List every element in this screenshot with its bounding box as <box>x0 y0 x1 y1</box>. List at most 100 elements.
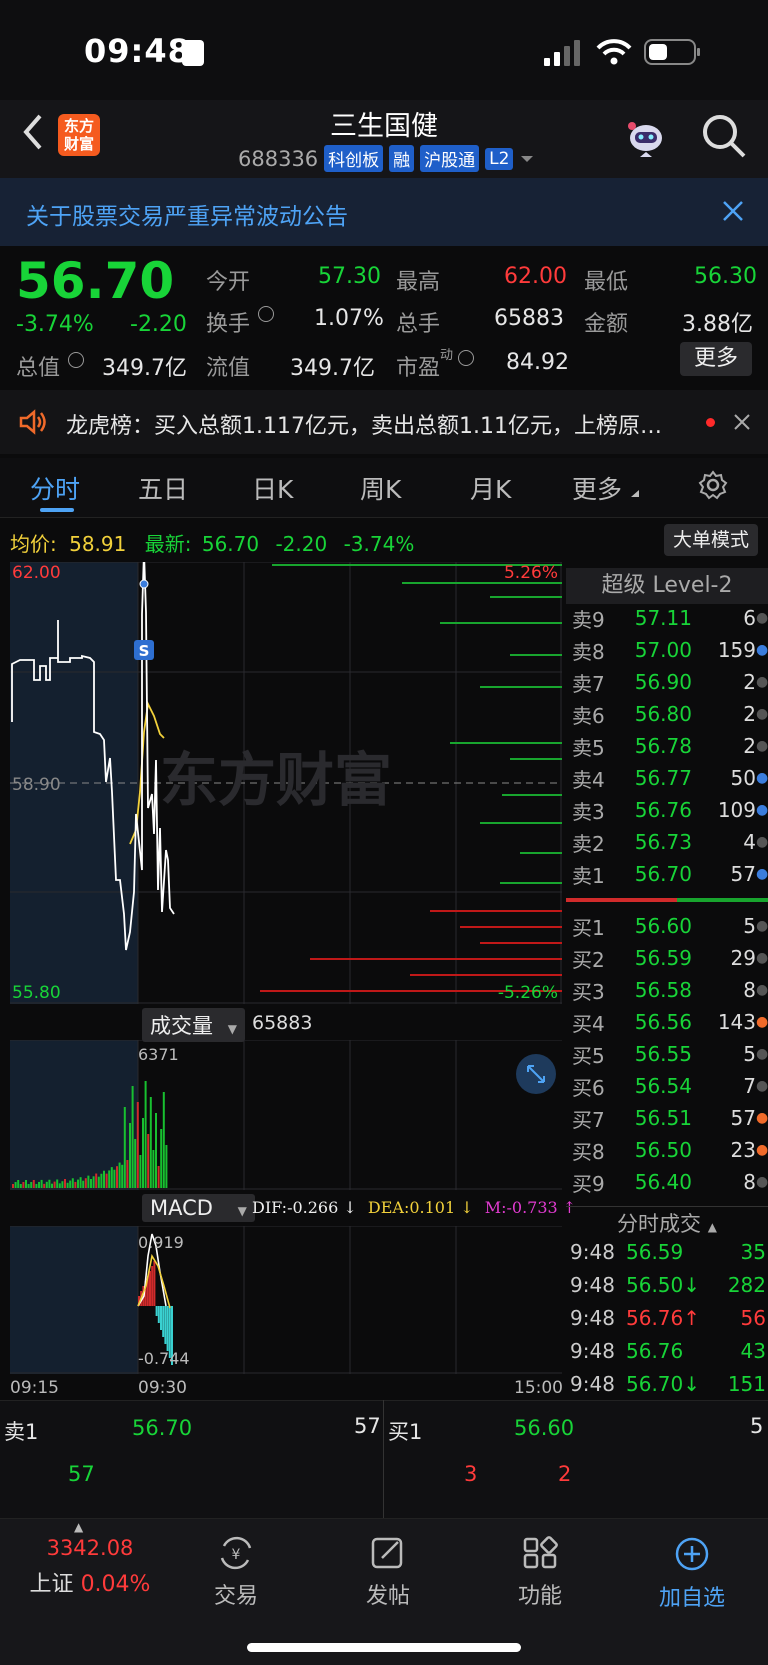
nav-add-watchlist[interactable]: 加自选 <box>632 1536 752 1612</box>
big-order-mode-button[interactable]: 大单模式 <box>664 524 758 556</box>
level-price: 56.78 <box>634 734 692 758</box>
tick-volume: 43 <box>740 1339 766 1363</box>
change-percent: -3.74% <box>16 312 94 337</box>
bids-row[interactable]: 买1 56.60 5 ● <box>572 910 768 942</box>
volume-bar <box>35 1183 38 1188</box>
order-dot-icon: ● <box>756 770 768 786</box>
info-icon[interactable] <box>68 352 84 368</box>
tab-intraday[interactable]: 分时 <box>30 470 80 506</box>
status-time: 09:48 <box>84 32 191 70</box>
bids-row[interactable]: 买5 56.55 5 ● <box>572 1038 768 1070</box>
level-label: 卖9 <box>572 607 605 632</box>
nav-post[interactable]: 发帖 <box>328 1536 448 1610</box>
tab-weekly-k[interactable]: 周K <box>360 470 401 506</box>
macd-selector[interactable]: MACD ▼ <box>142 1194 255 1222</box>
bids-row[interactable]: 买4 56.56 143 ● <box>572 1006 768 1038</box>
bids-row[interactable]: 买6 56.54 7 ● <box>572 1070 768 1102</box>
dragon-tiger-text[interactable]: 龙虎榜：买入总额1.117亿元，卖出总额1.11亿元，上榜原… <box>66 408 676 440</box>
search-icon[interactable] <box>700 112 748 160</box>
macd-selector-label: MACD <box>150 1196 213 1220</box>
info-icon[interactable] <box>258 306 274 322</box>
bids-row[interactable]: 买3 56.58 8 ● <box>572 974 768 1006</box>
macd-max-label: 0.919 <box>138 1233 184 1252</box>
bq-buy-sub-1: 3 <box>464 1462 478 1486</box>
asks-row[interactable]: 卖2 56.73 4 ● <box>572 826 768 858</box>
volume-bar <box>157 1166 160 1188</box>
volume-bar <box>123 1107 126 1188</box>
asks-row[interactable]: 卖9 57.11 6 ● <box>572 602 768 634</box>
tab-daily-k[interactable]: 日K <box>252 470 293 506</box>
volume-bar <box>58 1183 61 1188</box>
tab-monthly-k[interactable]: 月K <box>470 470 511 506</box>
time-mid-label: 09:30 <box>138 1378 187 1398</box>
asks-row[interactable]: 卖8 57.00 159 ● <box>572 634 768 666</box>
intraday-price-chart[interactable]: 东方财富 S 62.00 58.90 55.80 5.26% -5.26% <box>10 562 562 1004</box>
asks-row[interactable]: 卖4 56.77 50 ● <box>572 762 768 794</box>
info-icon[interactable] <box>458 350 474 366</box>
volume-bar <box>17 1179 20 1188</box>
expand-icon <box>527 1065 545 1083</box>
volume-bar <box>69 1180 72 1188</box>
bids-row[interactable]: 买8 56.50 23 ● <box>572 1134 768 1166</box>
macd-bar <box>155 1306 158 1316</box>
bids-row[interactable]: 买7 56.51 57 ● <box>572 1102 768 1134</box>
index-row: 上证 0.04% <box>20 1566 160 1598</box>
volume-bar <box>92 1176 95 1188</box>
price-summary-row: 均价: 58.91 最新: 56.70 -2.20 -3.74% <box>10 528 414 557</box>
tick-row: 9:48 56.59 35 <box>570 1240 766 1272</box>
tick-price: 56.50↓ <box>626 1273 701 1297</box>
tick-price: 56.59 <box>626 1240 684 1264</box>
announcement-text[interactable]: 关于股票交易严重异常波动公告 <box>26 197 348 231</box>
level-label: 买3 <box>572 979 605 1004</box>
volume-selector[interactable]: 成交量 ▼ <box>142 1008 245 1042</box>
volume-value: 65883 <box>494 306 564 331</box>
tab-five-day[interactable]: 五日 <box>138 470 188 506</box>
volume-bar <box>103 1170 105 1188</box>
add-circle-icon <box>675 1537 709 1571</box>
level-label: 卖1 <box>572 863 605 888</box>
stock-code-row[interactable]: 688336 科创板 融 沪股通 L2 <box>238 145 535 172</box>
volume-bar <box>139 1155 142 1188</box>
level-qty: 143 <box>717 1010 756 1034</box>
bids-row[interactable]: 买2 56.59 29 ● <box>572 942 768 974</box>
asks-row[interactable]: 卖5 56.78 2 ● <box>572 730 768 762</box>
nav-trade[interactable]: ¥ 交易 <box>176 1536 296 1610</box>
close-icon[interactable] <box>734 414 750 430</box>
level-price: 56.60 <box>634 914 692 938</box>
orderbook-title[interactable]: 超级 Level-2 <box>566 568 768 604</box>
volume-bar <box>45 1181 48 1188</box>
tab-more[interactable]: 更多 <box>572 470 622 506</box>
order-dot-icon: ● <box>756 642 768 658</box>
latest-value: 56.70 <box>201 532 260 556</box>
orderbook-ratio-bar <box>566 898 768 902</box>
fullscreen-button[interactable] <box>516 1054 556 1094</box>
level-price: 56.80 <box>634 702 692 726</box>
gear-icon[interactable] <box>698 470 728 500</box>
asks-row[interactable]: 卖6 56.80 2 ● <box>572 698 768 730</box>
asks-row[interactable]: 卖7 56.90 2 ● <box>572 666 768 698</box>
nav-functions[interactable]: 功能 <box>480 1536 600 1610</box>
asks-row[interactable]: 卖1 56.70 57 ● <box>572 858 768 890</box>
bids-row[interactable]: 买9 56.40 8 ● <box>572 1166 768 1198</box>
volume-bar <box>64 1179 66 1188</box>
macd-chart: 0.919 -0.744 <box>10 1226 562 1374</box>
open-value: 57.30 <box>318 264 381 289</box>
bq-buy-qty: 5 <box>750 1414 764 1438</box>
volume-bar <box>126 1160 129 1188</box>
volume-bar <box>165 1145 168 1188</box>
index-shortcut[interactable]: 3342.08 上证 0.04% <box>20 1536 160 1598</box>
more-button[interactable]: 更多 <box>680 342 752 376</box>
level-price: 56.73 <box>634 830 692 854</box>
close-icon[interactable] <box>722 200 744 222</box>
nav-functions-label: 功能 <box>517 1584 562 1609</box>
tag-level2: L2 <box>485 147 514 170</box>
robot-assistant-icon[interactable] <box>624 114 668 158</box>
tick-row: 9:48 56.76 43 <box>570 1339 766 1371</box>
ticks-title[interactable]: 分时成交 ▲ <box>566 1206 768 1242</box>
volume-bar <box>118 1162 121 1188</box>
asks-row[interactable]: 卖3 56.76 109 ● <box>572 794 768 826</box>
high-marker <box>139 579 149 589</box>
volume-bar <box>79 1177 82 1188</box>
tick-time: 9:48 <box>570 1339 615 1363</box>
high-label: 最高 <box>396 270 441 295</box>
